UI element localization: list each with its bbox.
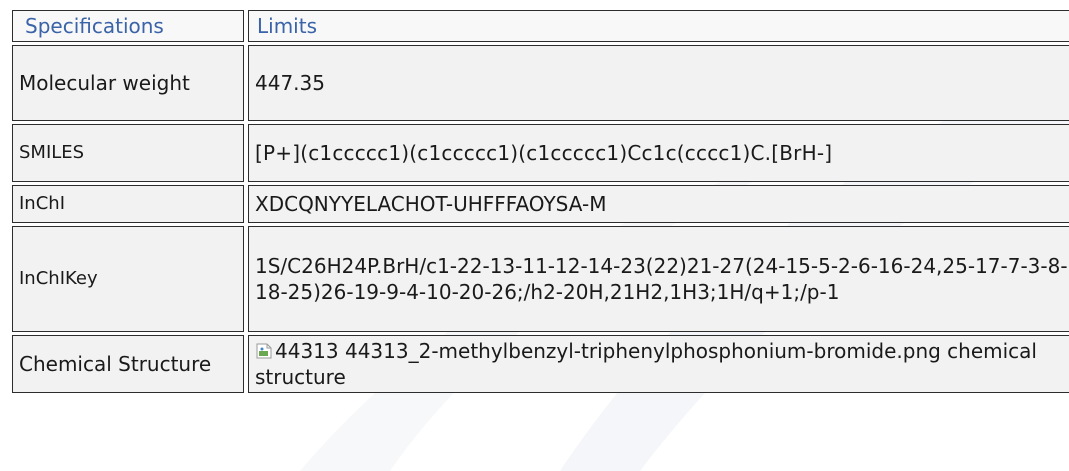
row-value-inchi: XDCQNYYELACHOT-UHFFFAOYSA-M xyxy=(248,185,1069,223)
row-label-inchikey: InChIKey xyxy=(12,226,244,332)
table-row: InChIKey 1S/C26H24P.BrH/c1-22-13-11-12-1… xyxy=(12,226,1069,332)
row-value-inchikey: 1S/C26H24P.BrH/c1-22-13-11-12-14-23(22)2… xyxy=(248,226,1069,332)
specifications-table: Specifications Limits Molecular weight 4… xyxy=(8,7,1069,396)
header-specifications: Specifications xyxy=(12,10,244,42)
table-header-row: Specifications Limits xyxy=(12,10,1069,42)
table-row: InChI XDCQNYYELACHOT-UHFFFAOYSA-M xyxy=(12,185,1069,223)
row-label-inchi: InChI xyxy=(12,185,244,223)
table-row: SMILES [P+](c1ccccc1)(c1ccccc1)(c1ccccc1… xyxy=(12,124,1069,182)
header-limits: Limits xyxy=(248,10,1069,42)
row-label-smiles: SMILES xyxy=(12,124,244,182)
row-value-molecular-weight: 447.35 xyxy=(248,45,1069,121)
broken-image-icon xyxy=(255,340,273,359)
row-label-molecular-weight: Molecular weight xyxy=(12,45,244,121)
table-row: Chemical Structure 44313 44313_2-methylb… xyxy=(12,335,1069,393)
row-value-chemical-structure: 44313 44313_2-methylbenzyl-triphenylphos… xyxy=(248,335,1069,393)
row-label-chemical-structure: Chemical Structure xyxy=(12,335,244,393)
row-value-smiles: [P+](c1ccccc1)(c1ccccc1)(c1ccccc1)Cc1c(c… xyxy=(248,124,1069,182)
table-row: Molecular weight 447.35 xyxy=(12,45,1069,121)
chemical-structure-alt-text: 44313 44313_2-methylbenzyl-triphenylphos… xyxy=(255,339,1037,389)
